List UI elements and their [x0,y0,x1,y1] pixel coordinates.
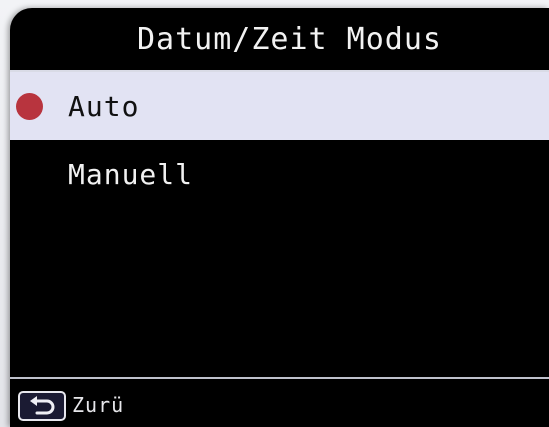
return-arrow-icon [30,396,55,415]
option-label: Manuell [68,157,194,191]
screen-header: Datum/Zeit Modus [10,8,549,70]
selected-dot-icon [16,93,43,120]
mode-options-list: Auto Manuell [10,72,549,208]
screen-footer: Zurü [10,379,549,427]
lcd-screen: Datum/Zeit Modus Auto Manuell Zurü [10,8,549,427]
back-label: Zurü [72,393,125,417]
option-auto[interactable]: Auto [10,72,549,140]
option-label: Auto [68,89,140,123]
page-title: Datum/Zeit Modus [137,21,442,57]
back-button[interactable] [18,391,66,421]
option-manuell[interactable]: Manuell [10,140,549,208]
